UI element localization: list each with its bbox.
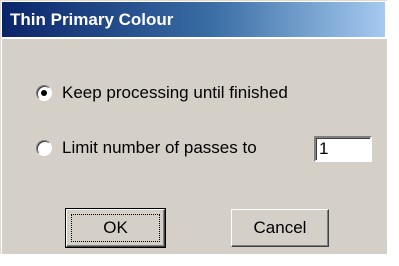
limit-passes-option[interactable]: Limit number of passes to bbox=[36, 138, 257, 158]
cancel-button[interactable]: Cancel bbox=[231, 209, 329, 247]
keep-processing-label: Keep processing until finished bbox=[62, 83, 288, 102]
dialog-body: Keep processing until finished Limit num… bbox=[2, 39, 387, 254]
passes-count-input[interactable]: 1 bbox=[314, 136, 372, 162]
cancel-button-label: Cancel bbox=[253, 218, 307, 237]
limit-passes-radio[interactable] bbox=[36, 140, 52, 156]
dialog-title: Thin Primary Colour bbox=[10, 10, 174, 29]
keep-processing-radio[interactable] bbox=[36, 85, 52, 101]
ok-button[interactable]: OK bbox=[65, 208, 166, 248]
radio-selected-dot bbox=[41, 90, 47, 96]
ok-button-label: OK bbox=[103, 218, 128, 237]
keep-processing-option[interactable]: Keep processing until finished bbox=[36, 83, 288, 103]
limit-passes-label: Limit number of passes to bbox=[62, 138, 257, 157]
thin-primary-colour-dialog: Thin Primary Colour Keep processing unti… bbox=[0, 0, 387, 254]
title-bar[interactable]: Thin Primary Colour bbox=[2, 2, 385, 37]
